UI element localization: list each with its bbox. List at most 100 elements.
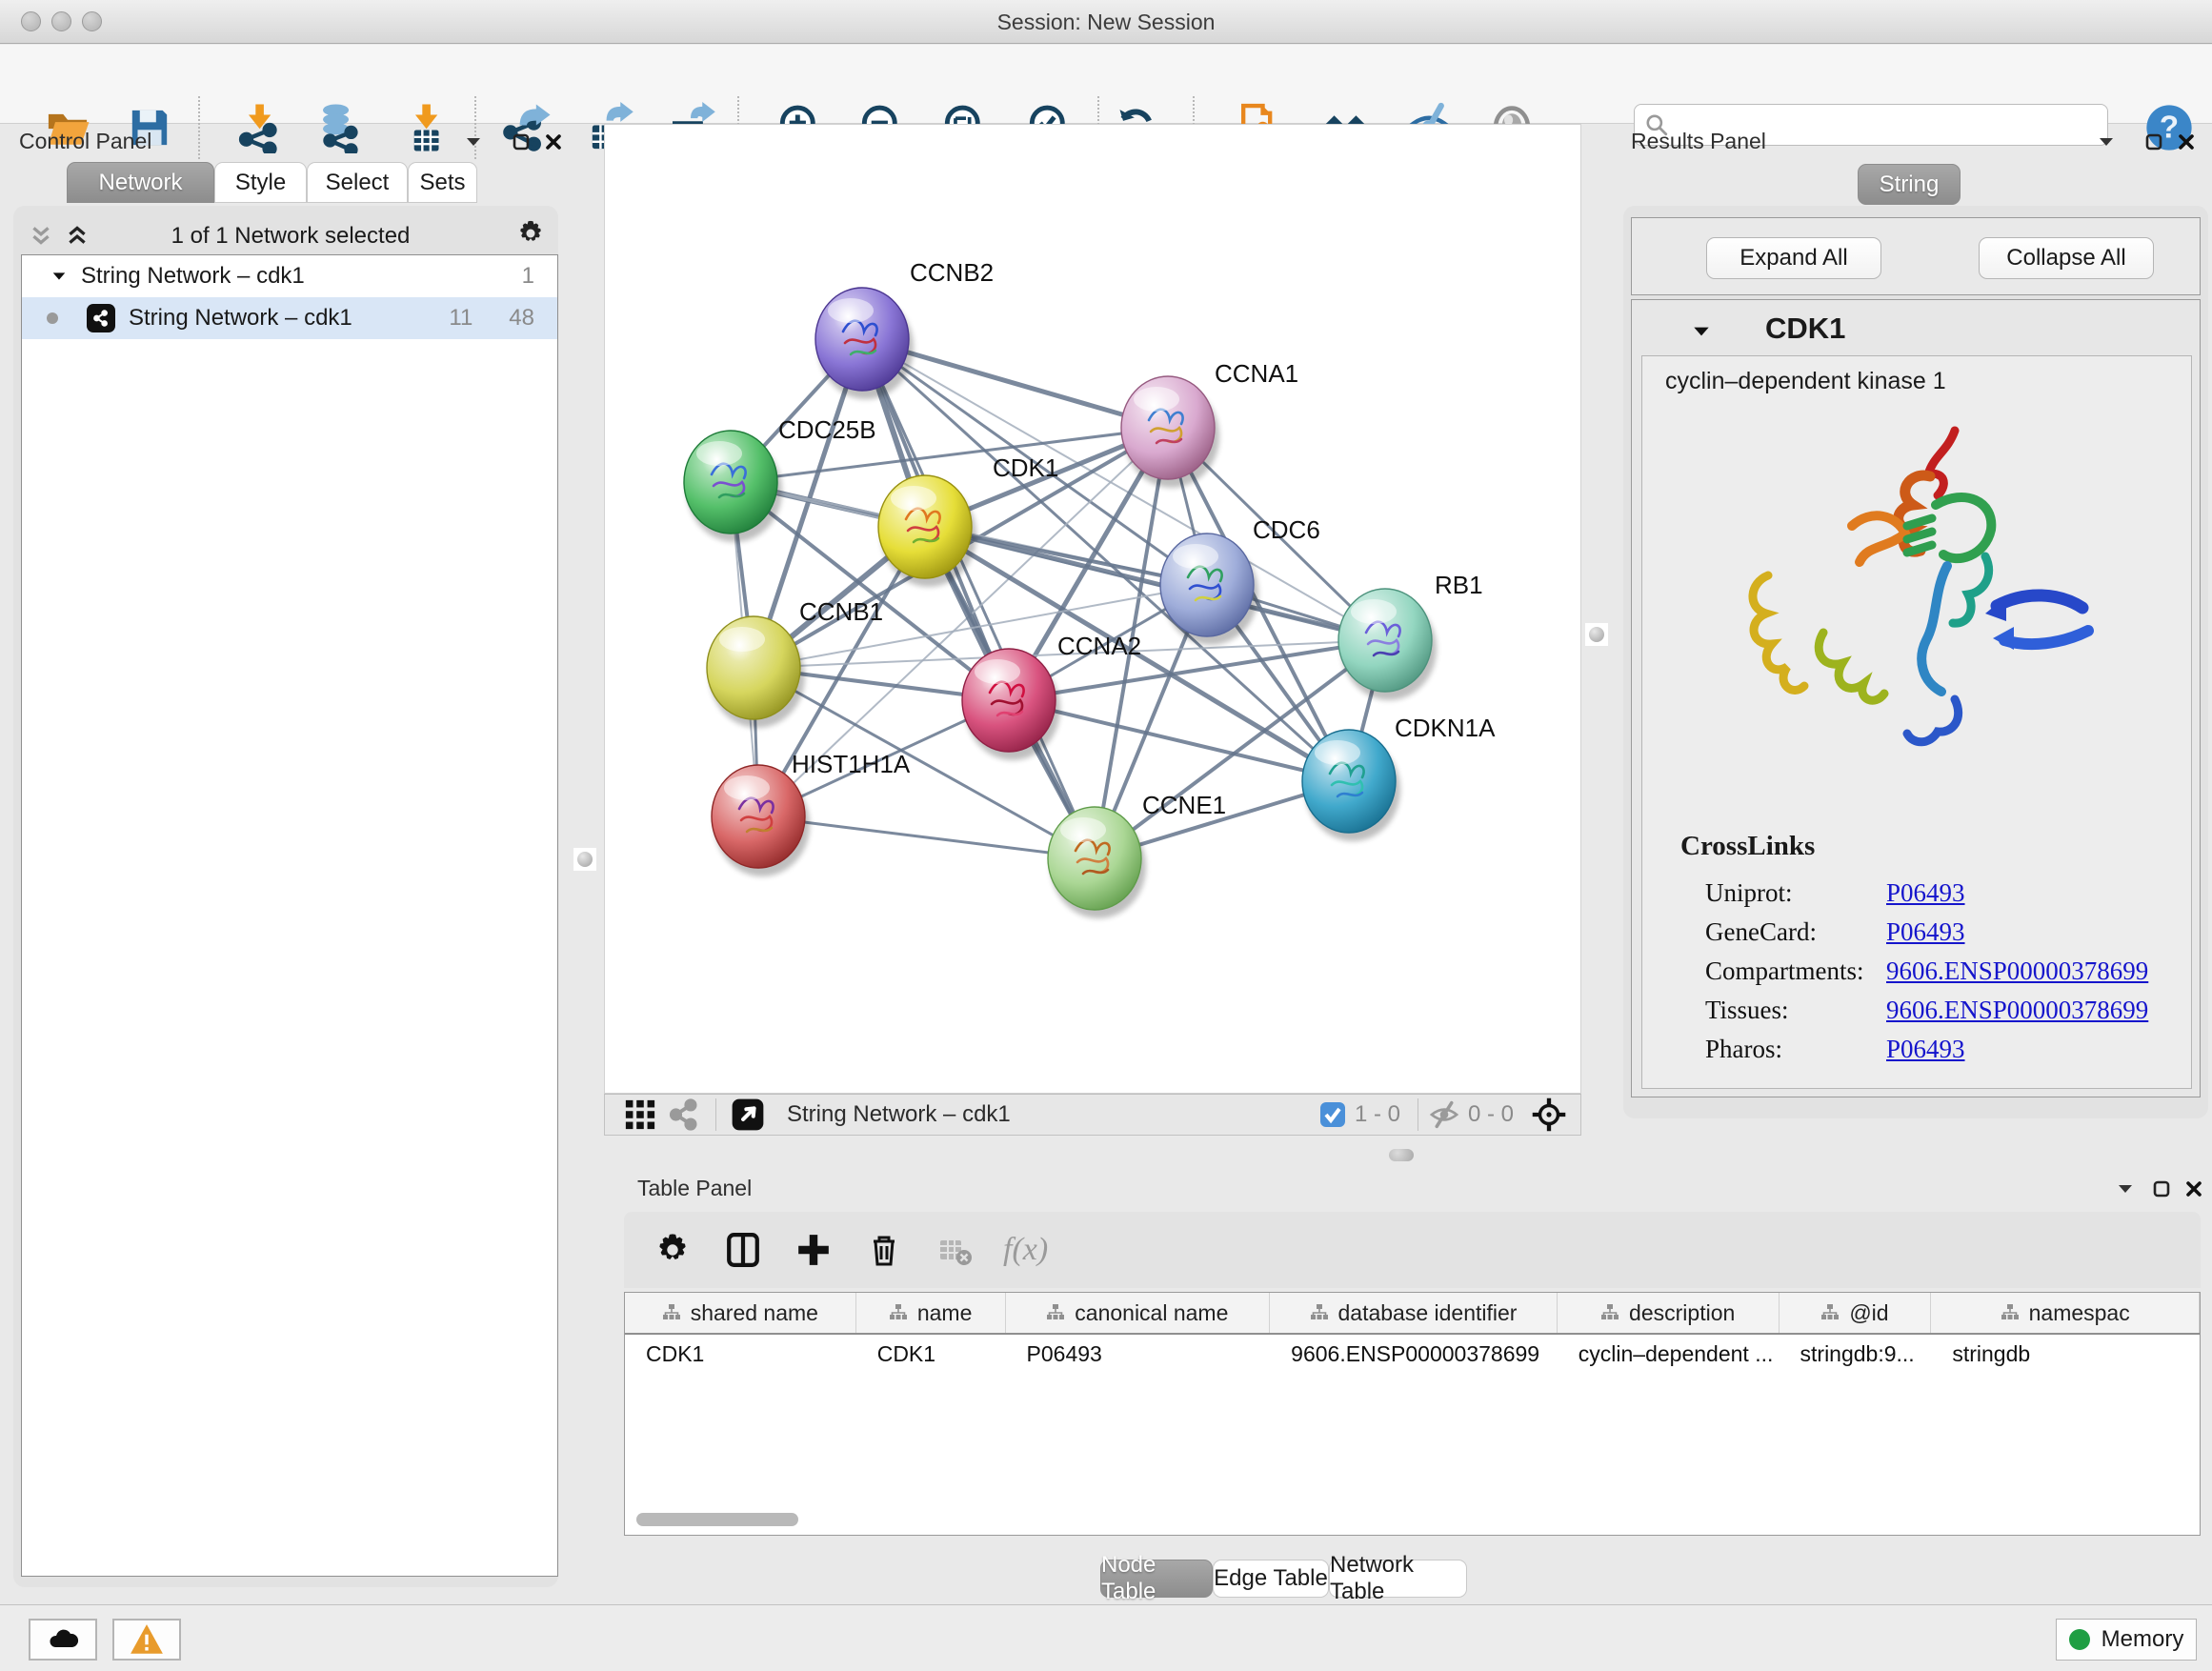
memory-button[interactable]: Memory — [2056, 1619, 2197, 1661]
network-node-CDC6[interactable] — [1160, 534, 1258, 645]
node-label-CDK1: CDK1 — [993, 453, 1058, 483]
crosslink-link[interactable]: 9606.ENSP00000378699 — [1886, 996, 2148, 1025]
network-selection-status: 1 of 1 Network selected — [105, 223, 476, 250]
column-header-label: database identifier — [1338, 1300, 1518, 1326]
node-label-CCNB1: CCNB1 — [799, 597, 883, 627]
database-import-icon — [312, 102, 364, 153]
network-options-gear-icon[interactable] — [516, 219, 545, 248]
crosslink-label: Uniprot: — [1705, 878, 1886, 908]
network-node-CCNE1[interactable] — [1048, 807, 1146, 918]
column-header--id[interactable]: @id — [1780, 1293, 1932, 1333]
column-header-canonical-name[interactable]: canonical name — [1006, 1293, 1271, 1333]
results-panel-float-icon[interactable] — [2140, 128, 2168, 156]
network-edge-count: 48 — [509, 305, 534, 332]
column-header-name[interactable]: name — [856, 1293, 1006, 1333]
table-panel-float-icon[interactable] — [2147, 1175, 2176, 1203]
network-row[interactable]: String Network – cdk1 11 48 — [22, 297, 557, 339]
network-node-CCNB1[interactable] — [707, 616, 805, 728]
crosslink-link[interactable]: P06493 — [1886, 878, 1965, 908]
table-cell: 9606.ENSP00000378699 — [1270, 1335, 1558, 1375]
create-column-icon[interactable] — [792, 1228, 835, 1272]
column-type-icon — [1310, 1303, 1329, 1322]
control-panel-close-icon[interactable] — [539, 128, 568, 156]
crosslink-row: GeneCard:P06493 — [1705, 917, 2193, 947]
tab-network[interactable]: Network — [67, 162, 214, 203]
results-actions-box: Expand All Collapse All — [1631, 217, 2201, 295]
column-header-label: name — [917, 1300, 973, 1326]
entry-detail-box: cyclin–dependent kinase 1 CrossLinks Uni… — [1641, 355, 2192, 1089]
network-node-count: 11 — [449, 305, 473, 332]
column-header-description[interactable]: description — [1558, 1293, 1780, 1333]
crosslink-link[interactable]: P06493 — [1886, 917, 1965, 947]
network-collection-row[interactable]: String Network – cdk1 1 — [22, 255, 557, 297]
fit-crosshair-icon[interactable] — [1531, 1097, 1567, 1133]
memory-label: Memory — [2101, 1626, 2184, 1653]
hidden-eye-slash-icon — [1428, 1098, 1460, 1131]
cloud-button[interactable] — [29, 1619, 97, 1661]
collection-expand-icon[interactable] — [50, 268, 68, 285]
column-header-namespac[interactable]: namespac — [1931, 1293, 2200, 1333]
network-canvas[interactable]: CCNB2CCNA1CDC25BCDK1CDC6RB1CCNB1CCNA2CDK… — [604, 124, 1581, 1094]
tab-edge-table[interactable]: Edge Table — [1213, 1560, 1329, 1598]
warnings-button[interactable] — [112, 1619, 181, 1661]
control-panel-title: Control Panel — [19, 129, 151, 154]
expand-all-networks-icon[interactable] — [63, 221, 91, 250]
results-tab-string[interactable]: String — [1858, 164, 1961, 205]
selected-checkbox-icon[interactable] — [1318, 1100, 1347, 1129]
tab-sets[interactable]: Sets — [408, 162, 477, 203]
network-label: String Network – cdk1 — [129, 305, 352, 332]
import-table-button[interactable] — [398, 100, 453, 155]
birdseye-view-icon[interactable] — [726, 1093, 770, 1137]
column-header-database-identifier[interactable]: database identifier — [1270, 1293, 1558, 1333]
import-network-button[interactable] — [231, 100, 287, 155]
entry-collapse-icon[interactable] — [1691, 321, 1712, 347]
column-header-label: description — [1629, 1300, 1735, 1326]
table-panel-close-icon[interactable] — [2180, 1175, 2208, 1203]
network-node-CDK1[interactable] — [878, 475, 976, 587]
import-network-from-database-button[interactable] — [311, 100, 366, 155]
function-builder-icon: f(x) — [1003, 1232, 1048, 1268]
show-columns-icon[interactable] — [721, 1228, 765, 1272]
collapse-all-button[interactable]: Collapse All — [1979, 237, 2154, 279]
network-node-CDKN1A[interactable] — [1302, 730, 1400, 841]
collection-count: 1 — [522, 263, 534, 290]
node-label-CCNE1: CCNE1 — [1142, 791, 1226, 820]
control-panel-float-icon[interactable] — [507, 128, 535, 156]
network-edge[interactable] — [862, 339, 1095, 858]
tab-style[interactable]: Style — [214, 162, 307, 203]
window-title: Session: New Session — [0, 10, 2212, 35]
table-settings-gear-icon[interactable] — [651, 1228, 694, 1272]
crosslink-link[interactable]: 9606.ENSP00000378699 — [1886, 956, 2148, 986]
network-share-icon[interactable] — [662, 1093, 706, 1137]
table-horizontal-scrollbar[interactable] — [636, 1513, 798, 1526]
cloud-icon — [46, 1622, 80, 1657]
collapse-all-networks-icon[interactable] — [27, 221, 55, 250]
title-bar: Session: New Session — [0, 0, 2212, 44]
control-panel-menu-icon[interactable] — [459, 128, 488, 156]
entry-description: cyclin–dependent kinase 1 — [1665, 368, 1946, 395]
results-panel-close-icon[interactable] — [2172, 128, 2201, 156]
right-splitter-handle[interactable] — [1585, 623, 1608, 646]
expand-all-button[interactable]: Expand All — [1706, 237, 1881, 279]
protein-structure-image — [1699, 413, 2138, 814]
column-header-shared-name[interactable]: shared name — [625, 1293, 856, 1333]
horizontal-splitter-handle[interactable] — [1389, 1149, 1414, 1161]
network-node-CCNB2[interactable] — [815, 288, 914, 399]
grid-view-icon[interactable] — [618, 1093, 662, 1137]
tab-select[interactable]: Select — [307, 162, 408, 203]
table-panel-menu-icon[interactable] — [2111, 1175, 2140, 1203]
crosslink-link[interactable]: P06493 — [1886, 1035, 1965, 1064]
network-node-CCNA2[interactable] — [962, 649, 1060, 760]
left-splitter-handle[interactable] — [573, 848, 596, 871]
tab-node-table[interactable]: Node Table — [1100, 1560, 1213, 1598]
crosslink-row: Uniprot:P06493 — [1705, 878, 2193, 908]
table-row[interactable]: CDK1CDK1P064939606.ENSP00000378699cyclin… — [625, 1335, 2200, 1375]
delete-column-icon[interactable] — [862, 1228, 906, 1272]
column-type-icon — [2001, 1303, 2020, 1322]
results-panel-menu-icon[interactable] — [2092, 128, 2121, 156]
tab-network-table[interactable]: Network Table — [1329, 1560, 1467, 1598]
memory-status-dot — [2069, 1629, 2090, 1650]
network-node-CCNA1[interactable] — [1121, 376, 1219, 488]
network-node-CDC25B[interactable] — [684, 431, 782, 542]
network-node-RB1[interactable] — [1338, 589, 1437, 700]
